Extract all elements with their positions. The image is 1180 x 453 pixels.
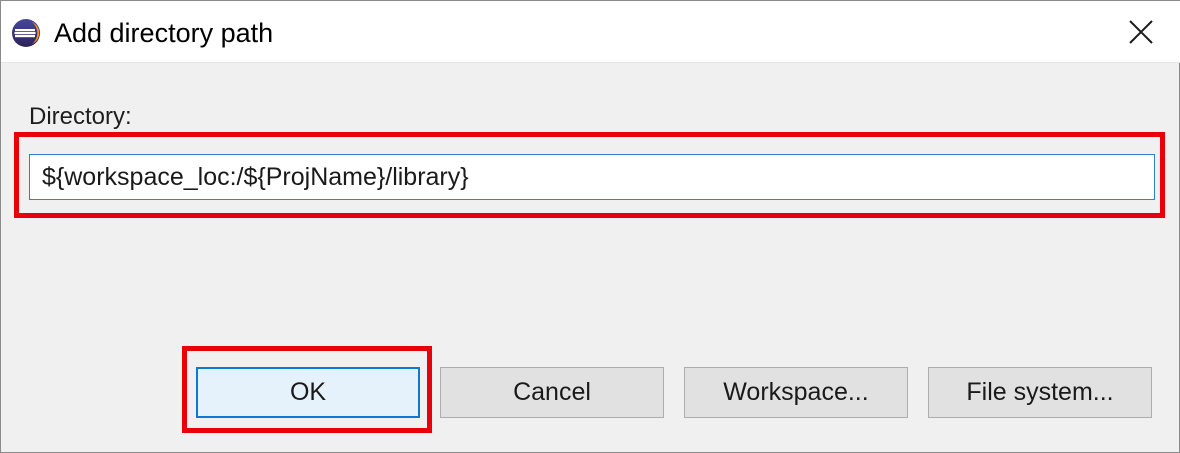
workspace-button[interactable]: Workspace...: [684, 367, 908, 418]
add-directory-dialog: Add directory path Directory: OK Cancel …: [0, 0, 1180, 453]
file-system-button[interactable]: File system...: [928, 367, 1152, 418]
directory-input[interactable]: [29, 154, 1155, 200]
close-icon: [1129, 20, 1153, 44]
window-title: Add directory path: [54, 18, 274, 48]
ok-button[interactable]: OK: [196, 367, 420, 418]
directory-label: Directory:: [29, 103, 132, 130]
close-button[interactable]: [1101, 1, 1180, 63]
title-bar: Add directory path: [1, 1, 1180, 63]
eclipse-icon: [12, 19, 40, 47]
cancel-button[interactable]: Cancel: [440, 367, 664, 418]
